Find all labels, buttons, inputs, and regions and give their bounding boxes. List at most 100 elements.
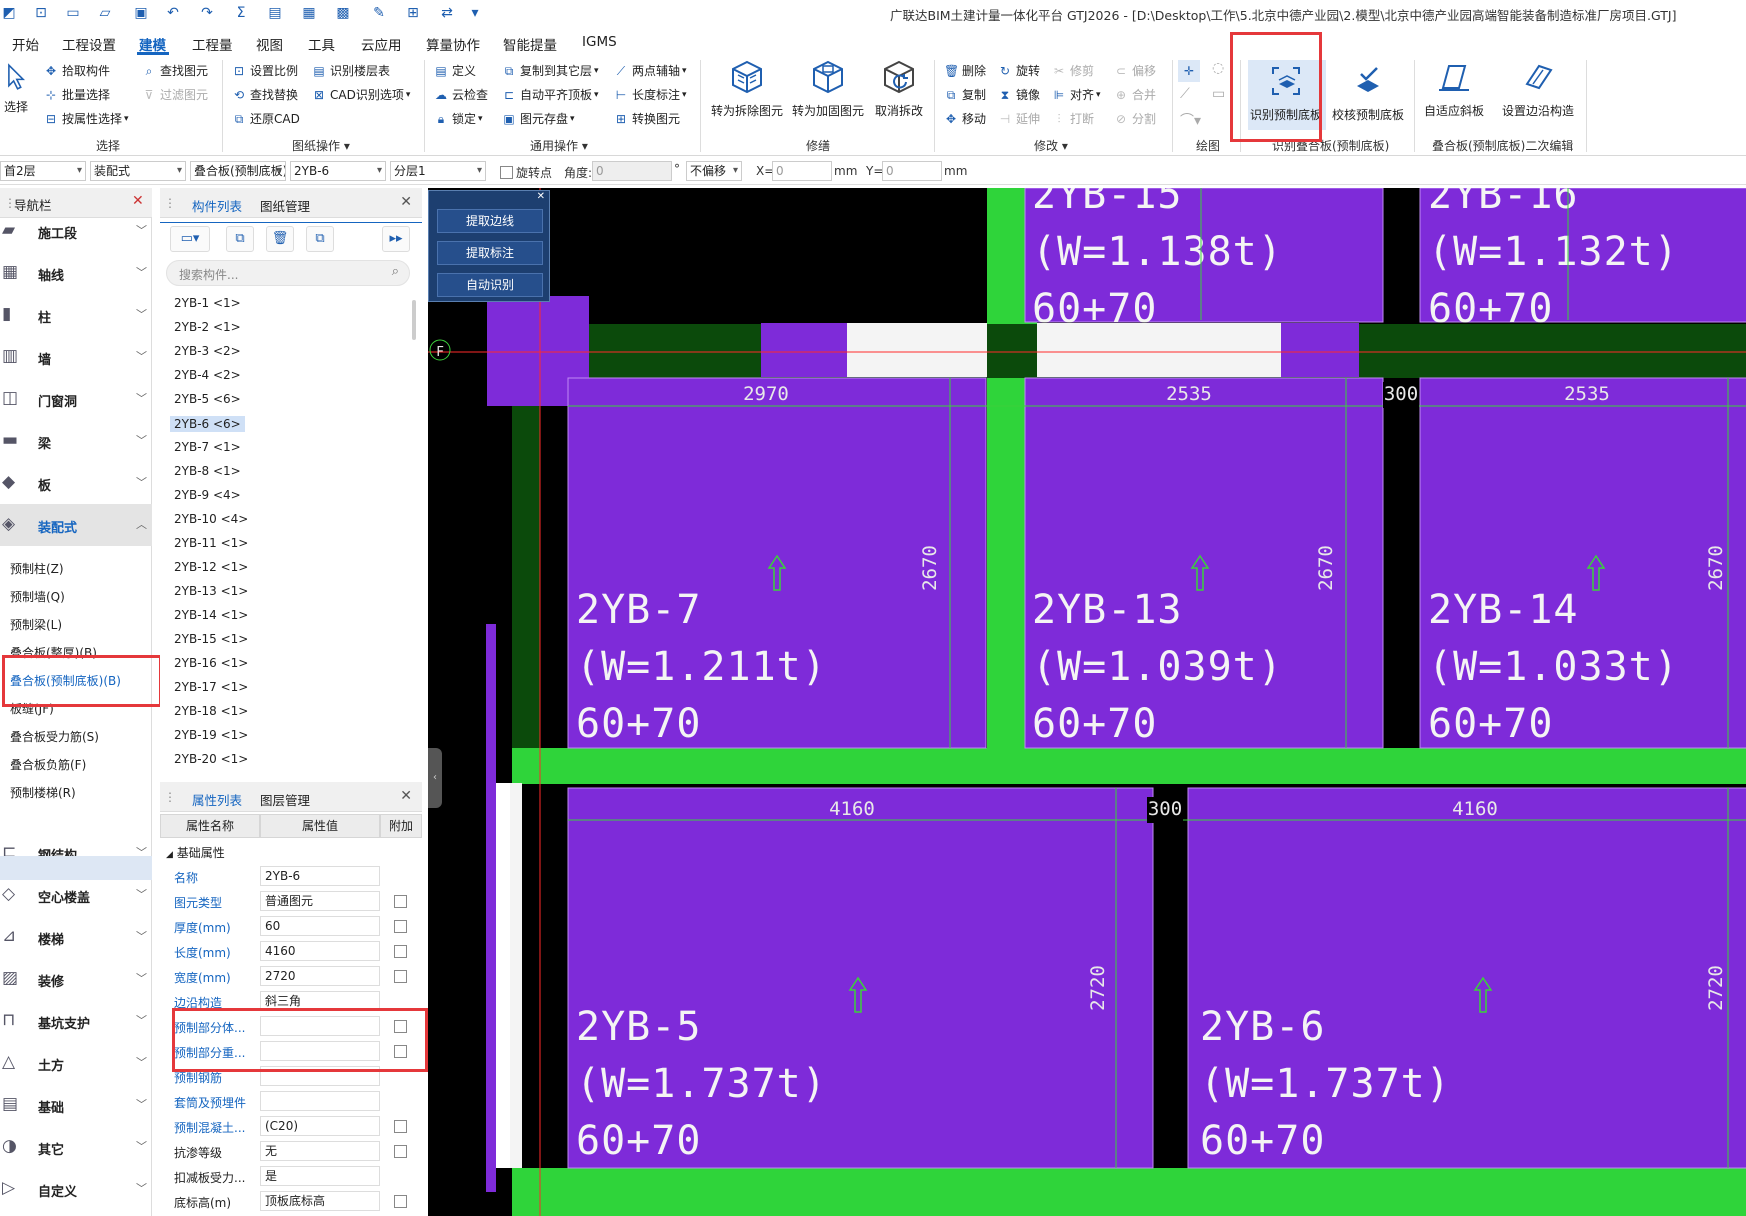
break-button[interactable]: ⫶ 打断 <box>1052 110 1094 127</box>
component-list-item[interactable]: 2YB-8 <1> <box>174 464 241 478</box>
y-input[interactable]: 0 <box>882 161 942 181</box>
extract-annotation-button[interactable]: 提取标注 <box>437 241 543 265</box>
white-strip-inner[interactable] <box>496 783 510 1168</box>
search-input[interactable]: 搜索构件... <box>179 266 238 283</box>
property-value-field[interactable]: 2720 <box>260 966 380 986</box>
merge-button[interactable]: ⊕ 合并 <box>1114 86 1156 103</box>
pin-icon[interactable]: ⋮ <box>164 196 176 210</box>
green-beam-horizontal[interactable] <box>512 1168 1746 1216</box>
nav-category-custom[interactable]: ▷ 自定义 ﹀ <box>0 1168 152 1210</box>
tab-drawing-management[interactable]: 图纸管理 <box>260 196 310 215</box>
component-list-item[interactable]: 2YB-14 <1> <box>174 608 248 622</box>
property-value-field[interactable] <box>260 1091 380 1111</box>
chevron-down-icon[interactable]: ﹀ <box>136 970 147 986</box>
tab-tools[interactable]: 工具 <box>308 34 335 54</box>
purple-edge-strip[interactable] <box>486 624 496 1192</box>
property-extra-checkbox[interactable] <box>394 1145 407 1158</box>
floor-select[interactable]: 首2层 <box>0 161 86 181</box>
delete-component-button[interactable]: 🗑︎ <box>266 226 294 252</box>
close-icon[interactable]: ✕ <box>537 191 545 202</box>
tab-start[interactable]: 开始 <box>12 34 39 54</box>
tab-component-list[interactable]: 构件列表 <box>192 196 242 215</box>
pin-icon[interactable]: ⋮ <box>164 790 176 804</box>
group-label-drawing[interactable]: 图纸操作 ▾ <box>292 137 350 154</box>
nav-category-stairs[interactable]: ⊿ 楼梯 ﹀ <box>0 916 152 958</box>
prefab-slab-panel[interactable] <box>1187 787 1746 1169</box>
to-reinforce-button[interactable]: 转为加固图元 <box>788 58 868 119</box>
component-select[interactable]: 2YB-6 <box>290 161 386 181</box>
close-icon[interactable]: ✕ <box>132 193 144 209</box>
component-list-item[interactable]: 2YB-19 <1> <box>174 728 248 742</box>
property-value-field[interactable]: 无 <box>260 1141 380 1161</box>
search-box[interactable]: 搜索构件... ⌕ <box>166 260 410 286</box>
component-list-item[interactable]: 2YB-11 <1> <box>174 536 248 550</box>
purple-strip[interactable] <box>1281 323 1359 377</box>
export-icon[interactable]: ⇄ <box>438 4 456 22</box>
nav-sub-item[interactable]: 预制梁(L) <box>10 616 62 633</box>
chevron-down-icon[interactable]: ﹀ <box>136 306 147 322</box>
auto-identify-button[interactable]: 自动识别 <box>437 273 543 297</box>
align-button[interactable]: ⊫ 对齐 ▾ <box>1052 86 1101 103</box>
component-list-item[interactable]: 2YB-3 <2> <box>174 344 241 358</box>
cloud-check-button[interactable]: ☁ 云检查 <box>434 86 488 103</box>
pick-component-button[interactable]: ✥ 拾取构件 <box>44 62 110 79</box>
chevron-down-icon[interactable]: ﹀ <box>136 1096 147 1112</box>
property-value-field[interactable]: 是 <box>260 1166 380 1186</box>
tab-modeling[interactable]: 建模 <box>139 34 166 54</box>
chevron-down-icon[interactable]: ﹀ <box>136 1180 147 1196</box>
property-extra-checkbox[interactable] <box>394 1120 407 1133</box>
find-replace-button[interactable]: ⟲ 查找替换 <box>232 86 298 103</box>
copy-button[interactable]: ⧉ 复制 <box>944 86 986 103</box>
copy-component-button[interactable]: ⧉ <box>226 226 254 252</box>
chart-icon[interactable]: ▤ <box>266 4 284 22</box>
batch-select-button[interactable]: ⊹ 批量选择 <box>44 86 110 103</box>
component-list-item[interactable]: 2YB-10 <4> <box>174 512 248 526</box>
duplicate-component-button[interactable]: ⧉ <box>306 226 334 252</box>
drawing-canvas[interactable]: 2YB-15 (W=1.138t) 60+70 2YB-16 (W=1.132t) 60+… <box>428 188 1746 1216</box>
component-list-item[interactable]: 2YB-15 <1> <box>174 632 248 646</box>
property-value-field[interactable]: 4160 <box>260 941 380 961</box>
define-button[interactable]: ▤ 定义 <box>434 62 476 79</box>
trim-button[interactable]: ✂ 修剪 <box>1052 62 1094 79</box>
purple-strip[interactable] <box>761 323 847 377</box>
chevron-down-icon[interactable]: ﹀ <box>136 432 147 448</box>
component-list-item[interactable]: 2YB-2 <1> <box>174 320 241 334</box>
nav-category-hollow-floor[interactable]: ◇ 空心楼盖 ﹀ <box>0 874 152 916</box>
cad-options-button[interactable]: ⊠ CAD识别选项 ▾ <box>312 86 410 103</box>
cancel-demolish-button[interactable]: 取消拆改 <box>859 58 939 119</box>
scrollbar[interactable] <box>412 300 416 340</box>
delete-button[interactable]: 🗑︎ 删除 <box>944 62 986 79</box>
rotate-point-checkbox[interactable] <box>500 166 513 179</box>
nav-sub-item[interactable]: 叠合板受力筋(S) <box>10 728 99 745</box>
chevron-down-icon[interactable]: ﹀ <box>136 1012 147 1028</box>
chevron-up-icon[interactable]: ︿ <box>136 516 147 532</box>
chevron-down-icon[interactable]: ﹀ <box>136 474 147 490</box>
split-button[interactable]: ⊘ 分割 <box>1114 110 1156 127</box>
chevron-down-icon[interactable]: ﹀ <box>136 348 147 364</box>
extract-edge-button[interactable]: 提取边线 <box>437 209 543 233</box>
component-list-item[interactable]: 2YB-16 <1> <box>174 656 248 670</box>
open-folder-icon[interactable]: ▱ <box>96 4 114 22</box>
chevron-down-icon[interactable]: ﹀ <box>136 1138 147 1154</box>
type-select[interactable]: 叠合板(预制底板) <box>190 161 286 181</box>
category-select[interactable]: 装配式 <box>90 161 186 181</box>
adaptive-slope-button[interactable]: 自适应斜板 <box>1414 58 1494 119</box>
nav-category-axis[interactable]: ▦ 轴线 ﹀ <box>0 252 152 294</box>
column-icon[interactable]: ⊞ <box>404 4 422 22</box>
nav-category-door-window[interactable]: ◫ 门窗洞 ﹀ <box>0 378 152 420</box>
offset-button[interactable]: ⊂ 偏移 <box>1114 62 1156 79</box>
property-value-field[interactable]: 60 <box>260 916 380 936</box>
property-extra-checkbox[interactable] <box>394 945 407 958</box>
rotate-button[interactable]: ↻ 旋转 <box>998 62 1040 79</box>
nav-sub-item[interactable]: 预制墙(Q) <box>10 588 65 605</box>
nav-category-beam[interactable]: ▬ 梁 ﹀ <box>0 420 152 462</box>
nav-category-decoration[interactable]: ▨ 装修 ﹀ <box>0 958 152 1000</box>
group-label-modify[interactable]: 修改 ▾ <box>1034 137 1068 154</box>
component-list-item[interactable]: 2YB-4 <2> <box>174 368 241 382</box>
identify-floor-table-button[interactable]: ▤ 识别楼层表 <box>312 62 390 79</box>
nav-category-wall[interactable]: ▥ 墙 ﹀ <box>0 336 152 378</box>
x-input[interactable]: 0 <box>772 161 832 181</box>
table-icon[interactable]: ▦ <box>300 4 318 22</box>
tab-property-list[interactable]: 属性列表 <box>192 790 242 809</box>
chevron-down-icon[interactable]: ﹀ <box>136 264 147 280</box>
